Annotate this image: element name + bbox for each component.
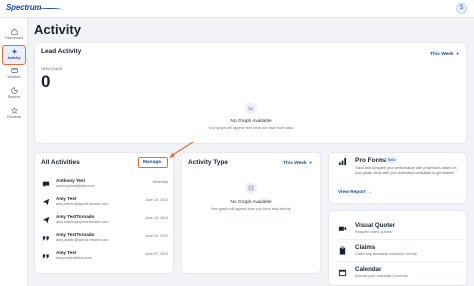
chart-placeholder-icon bbox=[245, 182, 257, 194]
activity-email: amy.martin@spectrumone.com bbox=[56, 220, 109, 224]
activity-email: amy.martin@spectrumone.com bbox=[56, 202, 109, 206]
tool-title: Visual Quoter bbox=[355, 222, 396, 229]
claims-item[interactable]: Claims Claim any available customer even… bbox=[338, 243, 466, 263]
chevron-down-icon: ▼ bbox=[308, 160, 313, 165]
tool-subtitle: Request video quotes bbox=[355, 230, 392, 234]
activity-row[interactable]: Amy TestTornado amy.martin@spectrumone.c… bbox=[42, 213, 170, 231]
activity-date: June 10, 2024 bbox=[145, 198, 168, 202]
pro-forma-title: Pro Forma bbox=[355, 157, 388, 164]
tool-title: Claims bbox=[355, 244, 376, 251]
activity-email: amymartin@test.com bbox=[56, 256, 92, 260]
activity-date: Yesterday bbox=[152, 180, 168, 184]
activity-email: amy.martin@spectrumone.com bbox=[56, 238, 109, 242]
activity-row[interactable]: Amy Test amymartin@test.com June 07, 202… bbox=[42, 249, 170, 267]
activity-name: Amy Test bbox=[56, 250, 77, 255]
divider bbox=[338, 261, 463, 262]
activity-type-empty-title: No Graph Available bbox=[230, 200, 272, 205]
pro-forma-description: Track and compare your performance with … bbox=[355, 166, 457, 175]
arrow-right-icon: → bbox=[366, 190, 372, 195]
activity-name: Anthony Test bbox=[56, 178, 86, 183]
send-icon bbox=[42, 198, 50, 206]
chat-icon bbox=[42, 181, 50, 188]
tool-title: Calendar bbox=[355, 266, 382, 273]
beta-badge: Beta bbox=[386, 157, 398, 163]
view-report-label: View Report bbox=[338, 190, 366, 195]
activity-row[interactable]: Anthony Test anthony.test@test.com Yeste… bbox=[42, 177, 170, 195]
send-icon bbox=[42, 216, 50, 224]
divider bbox=[338, 239, 463, 240]
tool-subtitle: Access your calendar of events bbox=[355, 274, 408, 278]
video-icon bbox=[338, 226, 347, 231]
activity-name: Amy TestTornado bbox=[56, 214, 95, 219]
activity-date: June 10, 2024 bbox=[145, 234, 168, 238]
clipboard-icon bbox=[339, 246, 346, 255]
activity-row[interactable]: Amy Test amy.martin@spectrumone.com June… bbox=[42, 195, 170, 213]
activity-row[interactable]: Amy TestTornado amy.martin@spectrumone.c… bbox=[42, 231, 170, 249]
tool-subtitle: Claim any available customer events bbox=[355, 252, 417, 256]
quote-icon bbox=[42, 236, 49, 241]
view-report-link[interactable]: View Report → bbox=[338, 190, 372, 195]
activity-type-period-label: This Week bbox=[283, 161, 307, 166]
activity-name: Amy TestTornado bbox=[56, 232, 95, 237]
activity-name: Amy Test bbox=[56, 196, 77, 201]
activity-type-empty-subtitle: Your graph will appear once you have lea… bbox=[210, 207, 292, 211]
quote-icon bbox=[42, 254, 49, 259]
activity-type-card bbox=[181, 152, 321, 274]
visual-quoter-item[interactable]: Visual Quoter Request video quotes bbox=[338, 221, 466, 241]
calendar-item[interactable]: Calendar Access your calendar of events bbox=[338, 265, 466, 285]
activity-type-period-select[interactable]: This Week ▼ bbox=[283, 160, 313, 166]
activity-date: June 10, 2024 bbox=[145, 216, 168, 220]
chart-bars-icon bbox=[338, 157, 347, 166]
activity-type-title: Activity Type bbox=[188, 159, 228, 166]
activity-date: June 07, 2024 bbox=[145, 252, 168, 256]
pro-forma-card bbox=[328, 152, 467, 204]
activity-email: anthony.test@test.com bbox=[56, 184, 95, 188]
calendar-icon bbox=[338, 269, 347, 277]
